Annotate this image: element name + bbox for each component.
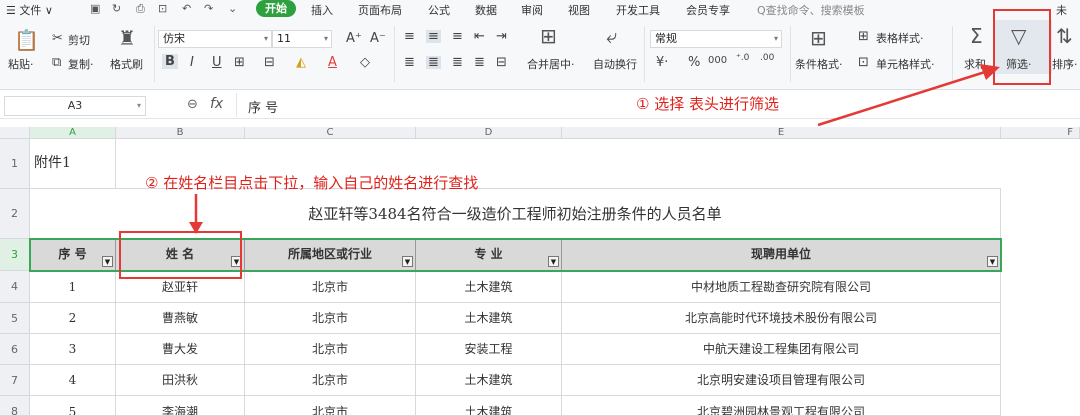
arrow-to-filter-head bbox=[980, 64, 1000, 80]
spreadsheet-app: ☰ 文件 ∨ ▣ ↻ ⎙ ⊡ ↶ ↷ ⌄ 开始 插入 页面布局 公式 数据 审阅… bbox=[0, 0, 1080, 416]
arrow-to-filter bbox=[817, 70, 986, 127]
annotation-arrows bbox=[189, 64, 1000, 234]
arrow-to-name-column-head bbox=[189, 222, 203, 234]
